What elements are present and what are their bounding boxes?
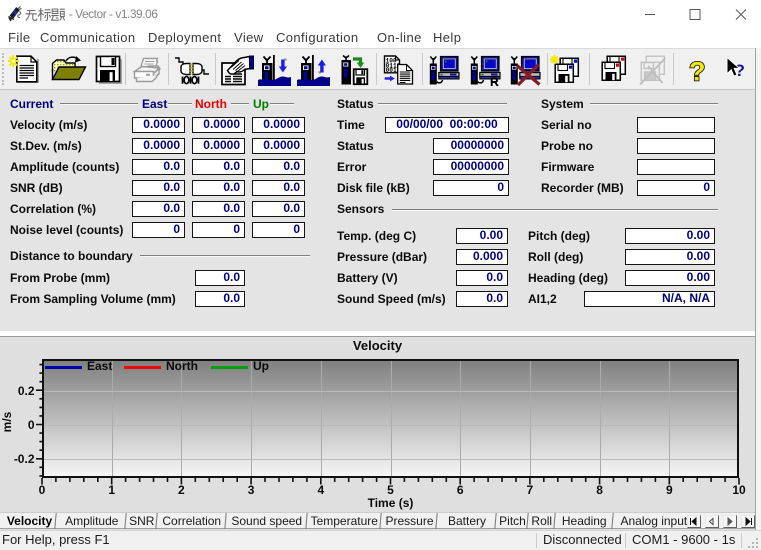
svg-text:?: ? [735, 61, 745, 80]
svg-text:001: 001 [386, 67, 397, 74]
svg-text:?: ? [689, 57, 706, 87]
